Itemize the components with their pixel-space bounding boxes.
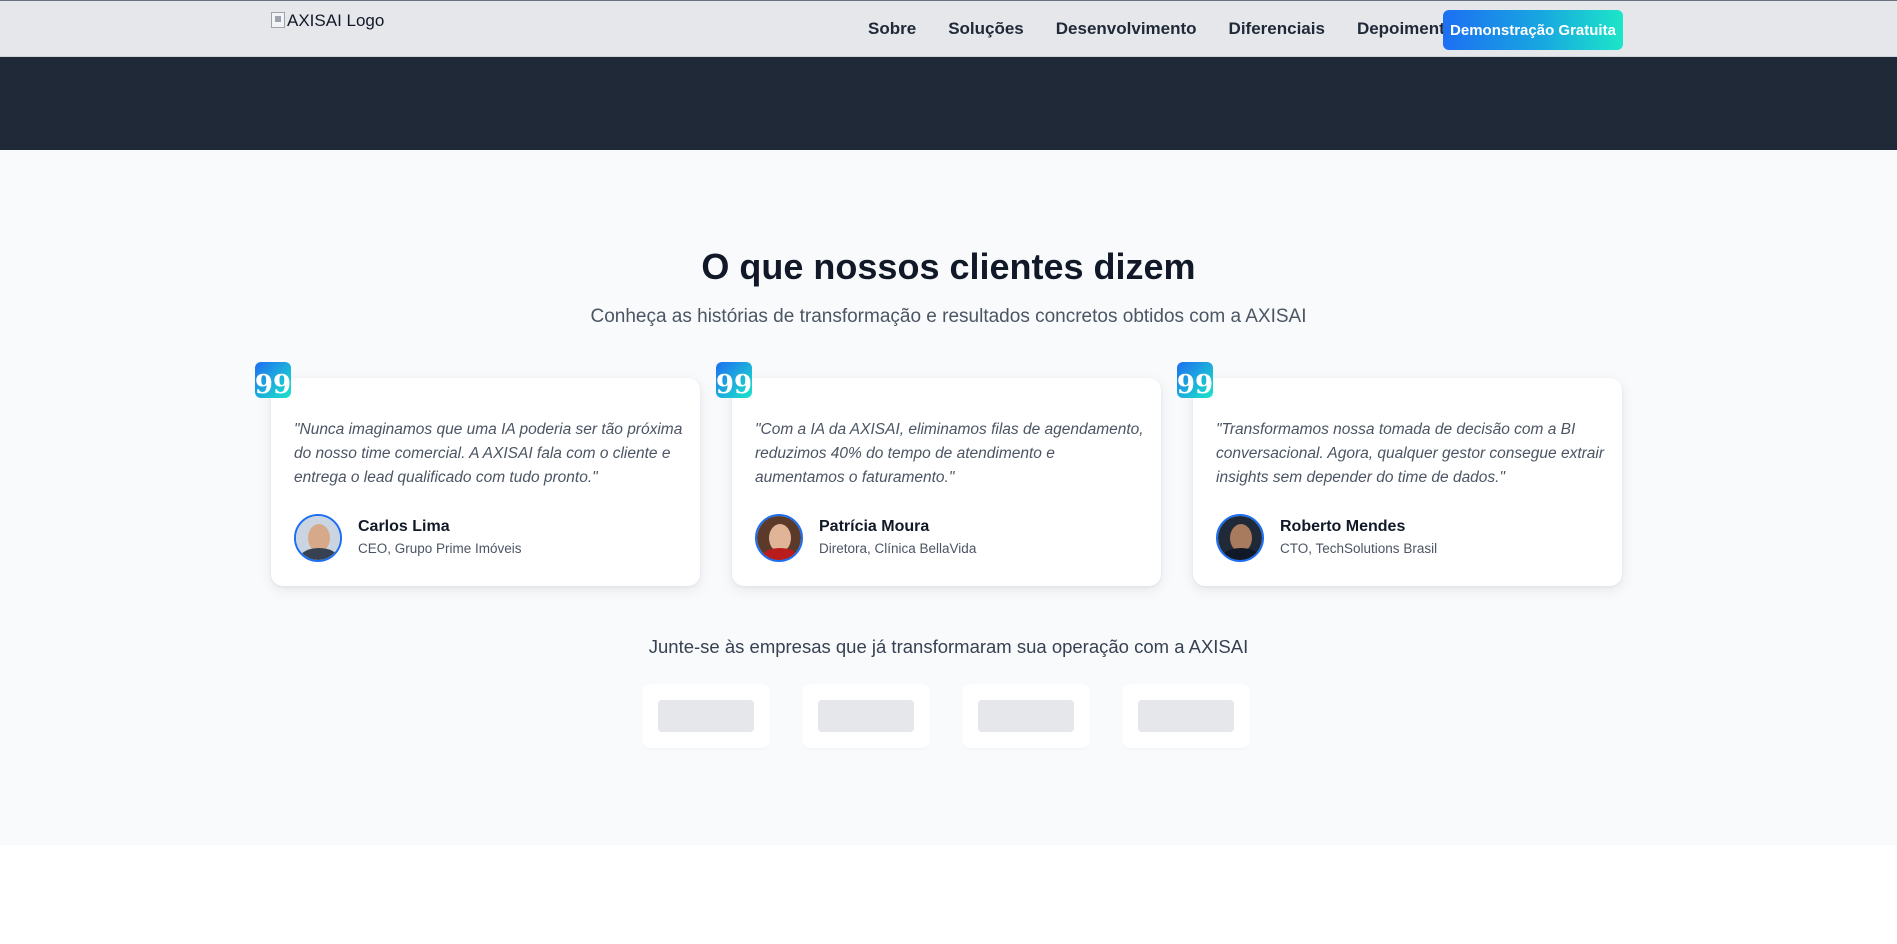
testimonial-card: 99 "Com a IA da AXISAI, eliminamos filas… [716,362,1161,586]
page-bottom-area [0,845,1897,944]
avatar [755,514,803,562]
author-role: CEO, Grupo Prime Imóveis [358,541,522,556]
author-name: Roberto Mendes [1280,518,1406,535]
testimonial-quote: "Nunca imaginamos que uma IA poderia ser… [294,421,683,486]
client-logo-placeholder [802,684,930,748]
testimonial-card: 99 "Transformamos nossa tomada de decisã… [1177,362,1622,586]
broken-image-icon [271,12,285,28]
quote-icon: 99 [716,362,752,398]
clients-heading: Junte-se às empresas que já transformara… [648,636,1249,657]
testimonial-author: Patrícia Moura Diretora, Clínica BellaVi… [755,514,976,562]
quote-icon: 99 [1177,362,1213,398]
client-logo-placeholder [962,684,1090,748]
site-header: AXISAI Logo Sobre Soluções Desenvolvimen… [0,1,1897,57]
testimonials-section: O que nossos clientes dizem Conheça as h… [0,150,1897,845]
author-name: Patrícia Moura [819,518,930,535]
logo-alt-text: AXISAI Logo [287,11,385,30]
testimonial-quote: "Com a IA da AXISAI, eliminamos filas de… [755,421,1144,486]
testimonial-quote: "Transformamos nossa tomada de decisão c… [1216,421,1605,486]
avatar [294,514,342,562]
avatar [1216,514,1264,562]
author-name: Carlos Lima [358,518,450,535]
client-logo-placeholder [1122,684,1250,748]
author-role: Diretora, Clínica BellaVida [819,541,977,556]
nav-link-diferenciais[interactable]: Diferenciais [1229,19,1325,39]
section-subtitle: Conheça as histórias de transformação e … [590,306,1307,327]
client-logo-placeholder [642,684,770,748]
section-title: O que nossos clientes dizem [701,246,1196,287]
main-nav: Sobre Soluções Desenvolvimento Diferenci… [868,1,1497,57]
testimonial-author: Carlos Lima CEO, Grupo Prime Imóveis [294,514,522,562]
demo-cta-button[interactable]: Demonstração Gratuita [1443,10,1623,50]
nav-link-sobre[interactable]: Sobre [868,19,916,39]
testimonial-author: Roberto Mendes CTO, TechSolutions Brasil [1216,514,1437,562]
hero-strip [0,57,1897,150]
site-logo[interactable]: AXISAI Logo [271,11,384,31]
nav-link-desenvolvimento[interactable]: Desenvolvimento [1056,19,1197,39]
nav-link-solucoes[interactable]: Soluções [948,19,1024,39]
quote-icon: 99 [255,362,291,398]
author-role: CTO, TechSolutions Brasil [1280,541,1438,556]
testimonial-card: 99 "Nunca imaginamos que uma IA poderia … [255,362,700,586]
